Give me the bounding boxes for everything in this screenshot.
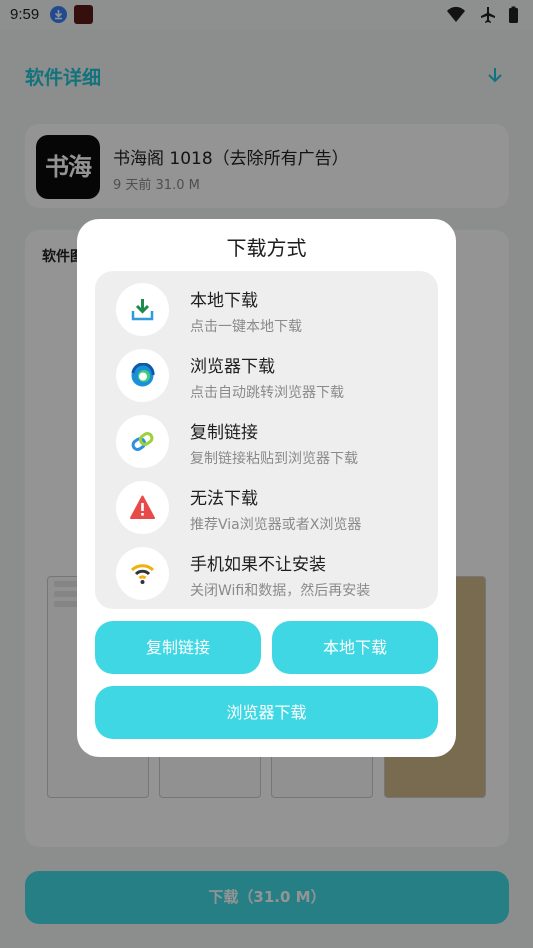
option-subtitle: 推荐Via浏览器或者X浏览器	[190, 517, 362, 533]
option-title: 浏览器下载	[190, 357, 275, 377]
option-browser-download[interactable]: 浏览器下载 点击自动跳转浏览器下载	[95, 337, 438, 403]
browser-download-button[interactable]: 浏览器下载	[95, 686, 438, 739]
wifi-icon	[116, 547, 169, 600]
option-title: 本地下载	[190, 291, 258, 311]
option-cannot-download[interactable]: 无法下载 推荐Via浏览器或者X浏览器	[95, 469, 438, 535]
download-tray-icon	[116, 283, 169, 336]
link-icon	[116, 415, 169, 468]
dialog-title: 下载方式	[226, 236, 307, 260]
edge-browser-icon	[116, 349, 169, 402]
option-subtitle: 点击自动跳转浏览器下载	[190, 385, 344, 401]
local-download-button[interactable]: 本地下载	[272, 621, 438, 674]
copy-link-button[interactable]: 复制链接	[95, 621, 261, 674]
option-subtitle: 关闭Wifi和数据，然后再安装	[190, 583, 371, 599]
option-copy-link[interactable]: 复制链接 复制链接粘贴到浏览器下载	[95, 403, 438, 469]
option-local-download[interactable]: 本地下载 点击一键本地下载	[95, 271, 438, 337]
warning-icon	[116, 481, 169, 534]
option-title: 复制链接	[190, 423, 258, 443]
option-title: 无法下载	[190, 489, 258, 509]
option-subtitle: 点击一键本地下载	[190, 319, 302, 335]
option-install-tip[interactable]: 手机如果不让安装 关闭Wifi和数据，然后再安装	[95, 535, 438, 601]
option-title: 手机如果不让安装	[190, 555, 326, 575]
option-subtitle: 复制链接粘贴到浏览器下载	[190, 451, 358, 467]
